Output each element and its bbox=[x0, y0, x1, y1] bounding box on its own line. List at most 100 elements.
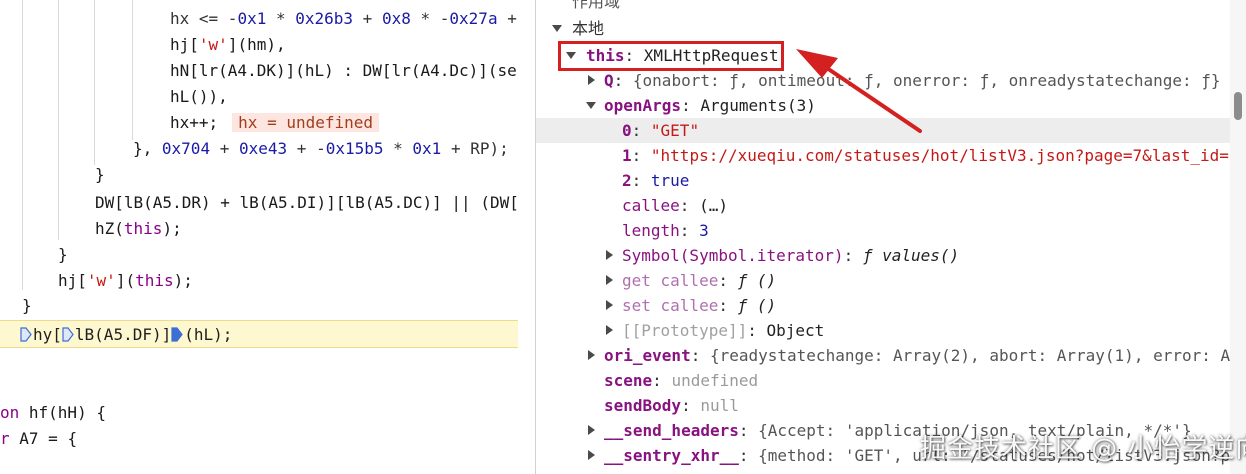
code-token: 0x704 bbox=[161, 139, 211, 158]
property-name: scene bbox=[604, 371, 653, 390]
code-line[interactable]: hj['w'](hm), bbox=[170, 32, 286, 57]
code-token: on bbox=[0, 403, 20, 422]
code-token: 0x1 bbox=[412, 139, 442, 158]
code-line[interactable]: } bbox=[95, 162, 105, 187]
code-token: + bbox=[497, 9, 517, 28]
scope-row[interactable]: 1: "https://xueqiu.com/statuses/hot/list… bbox=[536, 143, 1230, 168]
code-line[interactable]: hL()), bbox=[170, 84, 228, 109]
property-name: get callee bbox=[622, 271, 719, 290]
scope-entry: length: 3 bbox=[622, 218, 709, 243]
chevron-right-icon[interactable] bbox=[588, 450, 595, 460]
property-name: sendBody bbox=[604, 396, 682, 415]
chevron-right-icon[interactable] bbox=[588, 75, 595, 85]
scope-entry: Q: {onabort: ƒ, ontimeout: ƒ, onerror: ƒ… bbox=[604, 68, 1221, 93]
indent-guide bbox=[94, 0, 95, 165]
chevron-right-icon[interactable] bbox=[588, 350, 595, 360]
code-token: hf(hH) { bbox=[19, 403, 106, 422]
chevron-down-icon[interactable] bbox=[586, 102, 596, 109]
code-line[interactable]: hN[lr(A4.DK)](hL) : DW[lr(A4.Dc)](se bbox=[170, 58, 517, 83]
separator: : bbox=[652, 371, 672, 390]
property-value: ƒ values() bbox=[862, 246, 960, 265]
code-token: 0x27a bbox=[449, 9, 498, 28]
scope-row[interactable]: ori_event: {readystatechange: Array(2), … bbox=[536, 343, 1230, 368]
scope-row[interactable]: Symbol(Symbol.iterator): ƒ values() bbox=[536, 243, 1230, 268]
code-token: 0xe43 bbox=[238, 139, 288, 158]
source-editor[interactable]: hx <= -0x1 * 0x26b3 + 0x8 * -0x27a + hj['… bbox=[0, 0, 518, 474]
property-name: Symbol(Symbol.iterator) bbox=[622, 246, 844, 265]
property-name: __sentry_xhr__ bbox=[604, 446, 739, 465]
breakpoint-marker-icon[interactable] bbox=[62, 324, 74, 342]
scope-row[interactable]: callee: (…) bbox=[536, 193, 1230, 218]
property-value: Arguments(3) bbox=[700, 96, 816, 115]
scope-entry: scene: undefined bbox=[604, 368, 758, 393]
property-value: (…) bbox=[699, 196, 728, 215]
property-name: length bbox=[622, 221, 680, 240]
scope-row[interactable]: length: 3 bbox=[536, 218, 1230, 243]
paused-code-line[interactable]: hy[lB(A5.DF)] (hL); bbox=[20, 322, 232, 347]
separator: : bbox=[613, 71, 633, 90]
property-name: 1 bbox=[622, 146, 632, 165]
code-line[interactable]: on hf(hH) { bbox=[0, 400, 106, 425]
scope-row[interactable]: openArgs: Arguments(3) bbox=[536, 93, 1230, 118]
breakpoint-marker-icon[interactable] bbox=[20, 324, 32, 342]
code-token: hL()), bbox=[170, 87, 228, 106]
code-token: hy[ bbox=[33, 325, 62, 344]
code-token: 'w' bbox=[198, 35, 228, 54]
code-token: hx++; bbox=[170, 113, 219, 132]
scope-scrollbar[interactable] bbox=[1230, 0, 1246, 474]
property-name: 0 bbox=[622, 121, 632, 140]
code-token: 0x1 bbox=[237, 9, 267, 28]
scope-scrollbar-thumb[interactable] bbox=[1234, 92, 1242, 120]
code-line[interactable]: } bbox=[22, 293, 32, 318]
chevron-right-icon[interactable] bbox=[588, 425, 595, 435]
code-line[interactable]: DW[lB(A5.DR) + lB(A5.DI)][lB(A5.DC)] || … bbox=[95, 190, 518, 215]
code-token: * bbox=[383, 139, 413, 158]
code-line[interactable]: }, 0x704 + 0xe43 + -0x15b5 * 0x1 + RP); bbox=[133, 136, 509, 161]
indent-guide bbox=[58, 0, 59, 240]
chevron-right-icon[interactable] bbox=[606, 325, 613, 335]
watermark: 掘金技术社区 @ 小怡学逆向 bbox=[920, 434, 1246, 464]
scope-entry: 2: true bbox=[622, 168, 689, 193]
scope-row[interactable]: 2: true bbox=[536, 168, 1230, 193]
code-token: * bbox=[410, 9, 440, 28]
code-line[interactable]: hZ(this); bbox=[95, 216, 182, 241]
code-token: 0x26b3 bbox=[295, 9, 354, 28]
code-token: hZ( bbox=[95, 219, 124, 238]
indent-guide bbox=[22, 0, 23, 290]
breakpoint-marker-icon[interactable] bbox=[171, 324, 183, 342]
scope-row[interactable]: [[Prototype]]: Object bbox=[536, 318, 1230, 343]
chevron-right-icon[interactable] bbox=[606, 275, 613, 285]
scope-row[interactable]: get callee: ƒ () bbox=[536, 268, 1230, 293]
separator: : bbox=[679, 221, 700, 240]
separator: : bbox=[738, 446, 759, 465]
property-value: "GET" bbox=[650, 121, 700, 140]
chevron-right-icon[interactable] bbox=[606, 250, 613, 260]
code-line[interactable]: hx <= -0x1 * 0x26b3 + 0x8 * -0x27a + bbox=[170, 6, 517, 31]
separator: : bbox=[718, 271, 738, 290]
annotation-box bbox=[558, 41, 784, 71]
scope-entry: 0: "GET" bbox=[622, 118, 699, 143]
scope-row[interactable]: scene: undefined bbox=[536, 368, 1230, 393]
scope-row[interactable]: set callee: ƒ () bbox=[536, 293, 1230, 318]
code-token: ); bbox=[162, 219, 182, 238]
scope-row[interactable]: sendBody: null bbox=[536, 393, 1230, 418]
property-value: Object bbox=[766, 321, 825, 340]
scope-section-local[interactable]: 本地 bbox=[536, 16, 1230, 41]
scope-row[interactable]: Q: {onabort: ƒ, ontimeout: ƒ, onerror: ƒ… bbox=[536, 68, 1230, 93]
code-line[interactable]: } bbox=[58, 242, 68, 267]
separator: : bbox=[843, 246, 863, 265]
section-title: 本地 bbox=[572, 19, 605, 38]
code-line[interactable]: hx++; hx = undefined bbox=[170, 110, 380, 135]
code-token: (hL); bbox=[184, 325, 233, 344]
code-token: DW[lB(A5.DR) + lB(A5.DI)][lB(A5.DC)] || … bbox=[95, 193, 518, 212]
code-token: }, bbox=[133, 139, 162, 158]
code-line[interactable]: hj['w'](this); bbox=[58, 268, 193, 293]
separator: : bbox=[631, 171, 651, 190]
code-token: ]( bbox=[115, 271, 136, 290]
property-value: ƒ () bbox=[737, 296, 777, 315]
scope-header[interactable]: 作用域 bbox=[572, 0, 620, 12]
code-token: ); bbox=[173, 271, 193, 290]
code-line[interactable]: r A7 = { bbox=[0, 426, 77, 451]
scope-row[interactable]: 0: "GET" bbox=[536, 118, 1230, 143]
chevron-right-icon[interactable] bbox=[606, 300, 613, 310]
